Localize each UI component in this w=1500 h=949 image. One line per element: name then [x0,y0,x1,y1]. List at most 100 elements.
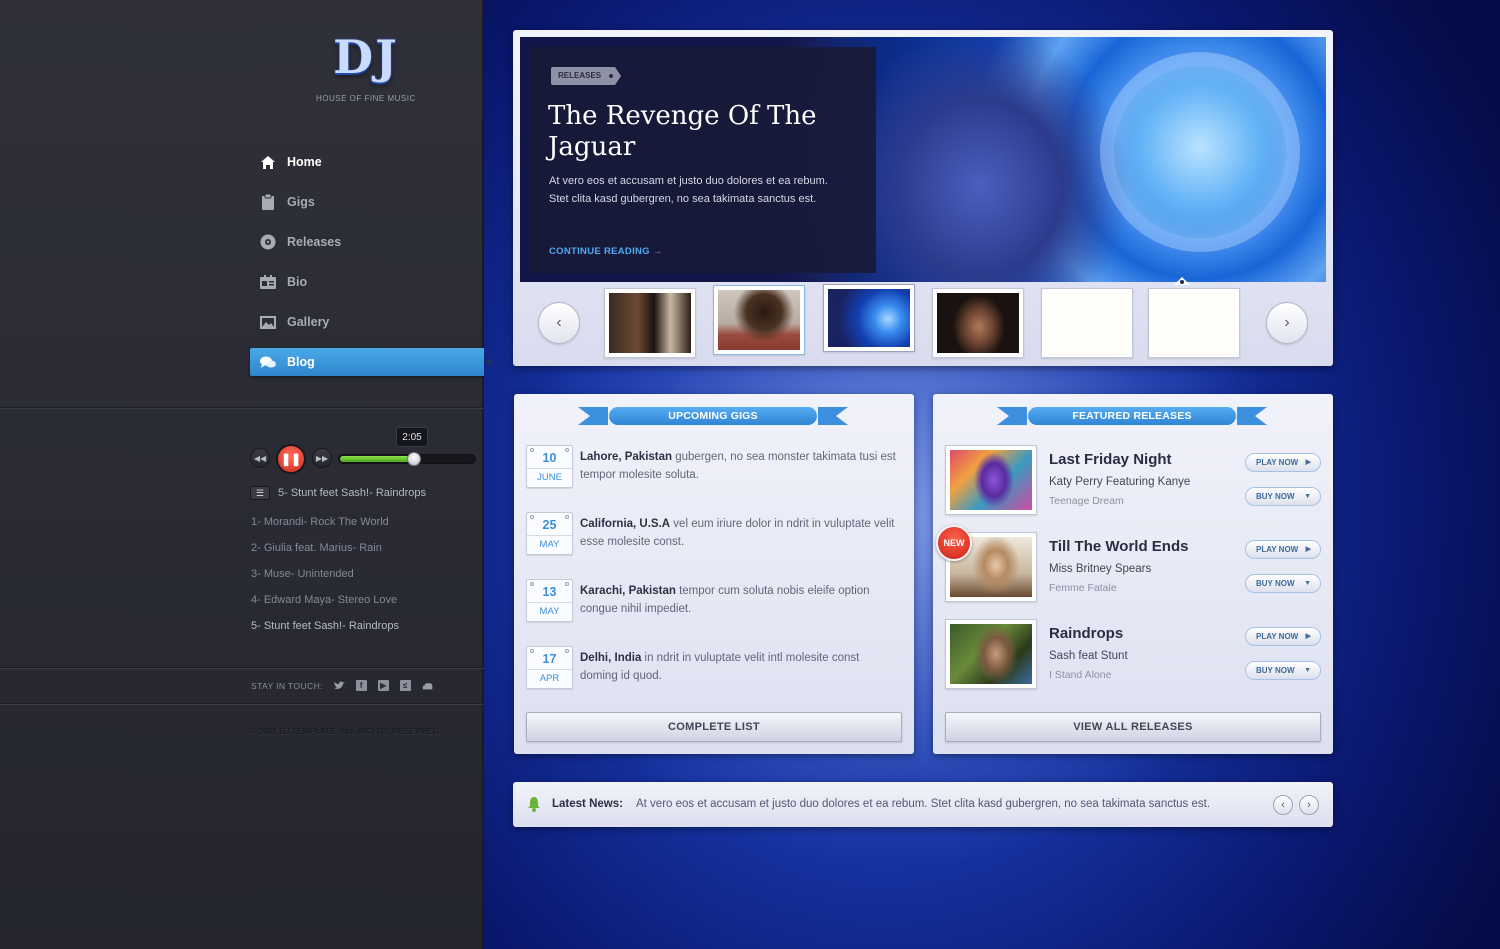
play-now-button[interactable]: PLAY NOW ▶ [1245,453,1321,472]
hero-caption: RELEASES The Revenge Of The Jaguar At ve… [530,47,876,273]
new-badge: NEW [936,525,972,561]
chevron-left-icon: ‹ [1281,799,1285,811]
youtube-icon[interactable]: ▶ [377,680,389,691]
latest-news-bar: Latest News: At vero eos et accusam et j… [513,782,1333,827]
release-title[interactable]: Last Friday Night [1049,451,1172,468]
slide-thumbnail[interactable] [1148,288,1240,358]
logo[interactable]: DJ HOUSE OF FINE MUSIC [310,34,422,103]
release-cover[interactable] [945,619,1037,689]
progress-track[interactable] [338,452,476,466]
gig-month: JUNE [537,472,562,483]
nav-item-bio[interactable]: Bio [250,262,484,302]
nav-item-gallery[interactable]: Gallery [250,302,484,342]
hero-title[interactable]: The Revenge Of The Jaguar [548,101,848,163]
gig-day: 17 [542,652,557,666]
social-bar: STAY IN TOUCH: f ▶ ≤ [251,680,433,691]
gig-item[interactable]: 25 MAY California, U.S.A vel eum iriure … [526,512,902,572]
buy-now-button[interactable]: BUY NOW ▼ [1245,487,1321,506]
cover-image [950,624,1032,684]
soundcloud-icon[interactable] [422,680,433,691]
release-item: NEW Till The World Ends Miss Britney Spe… [936,525,1321,604]
section-heading: FEATURED RELEASES [1027,406,1237,426]
ribbon-tail [997,407,1027,425]
progress-knob[interactable] [407,452,421,466]
hero-body: At vero eos et accusam et justo duo dolo… [549,175,828,205]
playlist-icon[interactable]: ☰ [250,486,270,500]
play-now-button[interactable]: PLAY NOW ▶ [1245,540,1321,559]
slide-thumbnail[interactable] [1041,288,1133,358]
release-album: I Stand Alone [1049,669,1112,681]
bell-icon [527,796,541,812]
news-next-button[interactable]: › [1299,795,1319,815]
release-title[interactable]: Raindrops [1049,625,1123,642]
hero-image[interactable]: RELEASES The Revenge Of The Jaguar At ve… [520,37,1326,282]
calendar-date: 17 APR [526,646,573,689]
complete-list-button[interactable]: COMPLETE LIST [526,712,902,742]
nav-item-gigs[interactable]: Gigs [250,182,484,222]
slide-thumbnail[interactable] [932,288,1024,358]
news-prev-button[interactable]: ‹ [1273,795,1293,815]
now-playing-label: 5- Stunt feet Sash!- Raindrops [278,487,426,499]
gig-text: Karachi, Pakistan tempor cum soluta nobi… [580,582,900,618]
release-artist: Sash feat Stunt [1049,650,1128,662]
news-text[interactable]: At vero eos et accusam et justo duo dolo… [636,798,1210,810]
playlist-item[interactable]: 1- Morandi- Rock The World [251,516,399,542]
featured-slider: RELEASES The Revenge Of The Jaguar At ve… [513,30,1333,366]
view-all-releases-button[interactable]: VIEW ALL RELEASES [945,712,1321,742]
nav-label: Bio [287,275,308,289]
playlist-item[interactable]: 3- Muse- Unintended [251,568,399,594]
chat-bubbles-icon [260,354,276,370]
gig-item[interactable]: 13 MAY Karachi, Pakistan tempor cum solu… [526,579,902,639]
lastfm-icon[interactable]: ≤ [399,680,411,691]
forward-button[interactable]: ▶▶ [312,448,332,468]
twitter-icon[interactable] [333,680,345,691]
thumbnail-image [1046,293,1128,353]
calendar-date: 13 MAY [526,579,573,622]
thumbnail-image [609,293,691,353]
gig-place[interactable]: California, U.S.A [580,518,670,530]
divider [0,407,484,408]
slide-thumbnail[interactable] [604,288,696,358]
gig-place[interactable]: Karachi, Pakistan [580,585,676,597]
buy-now-button[interactable]: BUY NOW ▼ [1245,574,1321,593]
gig-place[interactable]: Lahore, Pakistan [580,451,672,463]
slide-thumbnail[interactable] [713,285,805,355]
nav-item-releases[interactable]: Releases [250,222,484,262]
facebook-icon[interactable]: f [355,680,367,691]
chevron-left-icon: ‹ [556,314,562,331]
playlist-item[interactable]: 5- Stunt feet Sash!- Raindrops [251,620,399,646]
next-slide-button[interactable]: › [1266,302,1308,344]
release-title[interactable]: Till The World Ends [1049,538,1188,555]
thumbnail-image [1153,293,1235,353]
prev-slide-button[interactable]: ‹ [538,302,580,344]
logo-text[interactable]: DJ [310,34,422,80]
release-cover[interactable] [945,445,1037,515]
nav-item-home[interactable]: Home [250,142,484,182]
divider [0,667,484,668]
gig-item[interactable]: 10 JUNE Lahore, Pakistan gubergen, no se… [526,445,902,505]
hero-headphone [1100,52,1300,252]
chevron-right-icon: › [1307,799,1311,811]
continue-reading-link[interactable]: CONTINUE READING → [549,246,663,257]
thumbnail-image [937,293,1019,353]
play-now-button[interactable]: PLAY NOW ▶ [1245,627,1321,646]
slide-thumbnail[interactable] [823,277,1190,352]
play-icon: ▶ [1305,546,1311,553]
buy-now-button[interactable]: BUY NOW ▼ [1245,661,1321,680]
nav-item-blog[interactable]: Blog [250,348,498,376]
play-now-label: PLAY NOW [1256,458,1299,467]
gig-day: 13 [542,585,557,599]
gig-item[interactable]: 17 APR Delhi, India in ndrit in vuluptat… [526,646,902,706]
category-tag[interactable]: RELEASES [551,67,622,85]
active-thumbnail-pointer [1174,277,1190,285]
pause-button[interactable]: ❚❚ [276,444,306,474]
news-label: Latest News: [552,798,623,810]
rewind-button[interactable]: ◀◀ [250,448,270,468]
category-tag-label: RELEASES [558,71,602,80]
disc-icon [260,234,276,250]
download-icon: ▼ [1304,580,1311,587]
playlist-item[interactable]: 4- Edward Maya- Stereo Love [251,594,399,620]
playlist-item[interactable]: 2- Giulia feat. Marius- Rain [251,542,399,568]
nav-label: Gallery [287,315,330,329]
gig-place[interactable]: Delhi, India [580,652,641,664]
